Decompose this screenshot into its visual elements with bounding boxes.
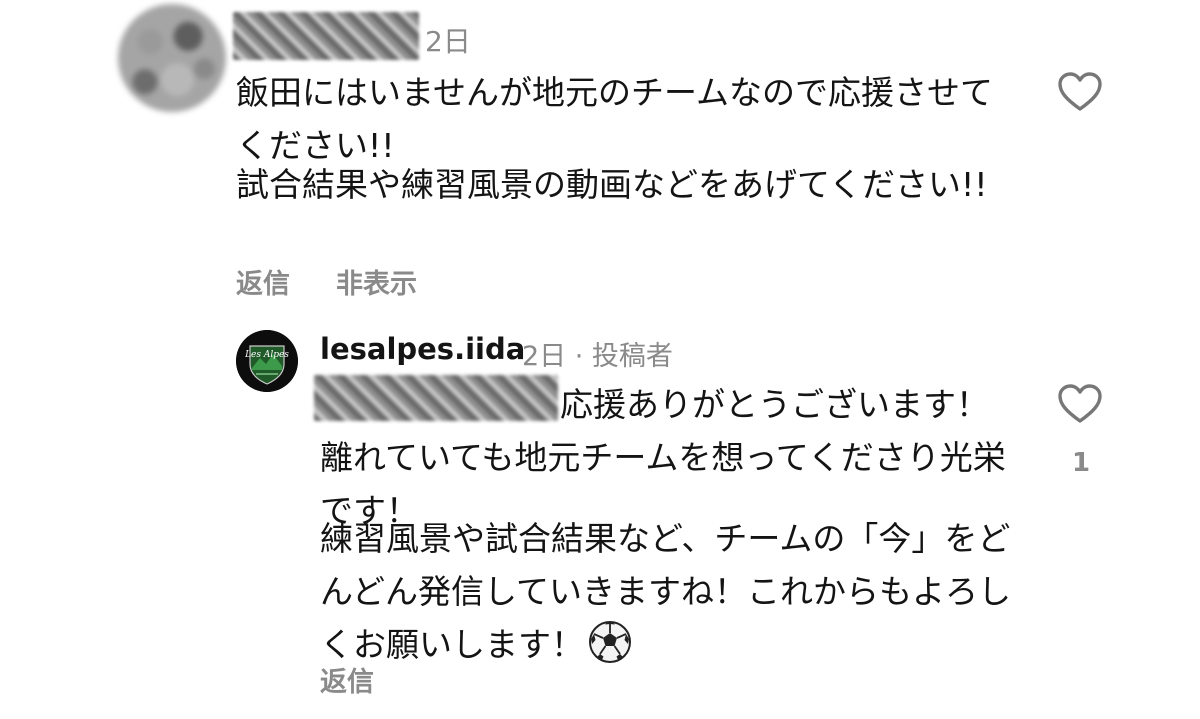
lesalpes-logo-avatar[interactable]: Les Alpes bbox=[236, 330, 298, 392]
reply-text-paragraph-2: 練習風景や試合結果など、チームの「今」をどんどん発信していきますね！これからもよ… bbox=[320, 512, 1020, 671]
logo-text: Les Alpes bbox=[244, 350, 289, 360]
reply-meta: 2日 · 投稿者 bbox=[522, 341, 673, 372]
reply-button[interactable]: 返信 bbox=[320, 660, 374, 699]
reply-comment: Les Alpes lesalpes.iida 2日 · 投稿者 応援ありがとう… bbox=[0, 0, 1200, 719]
like-heart-icon[interactable] bbox=[1058, 384, 1102, 424]
reply-username[interactable]: lesalpes.iida bbox=[320, 332, 525, 366]
like-count: 1 bbox=[1072, 448, 1091, 478]
reply-text-paragraph-2-text: 練習風景や試合結果など、チームの「今」をどんどん発信していきますね！これからもよ… bbox=[320, 519, 1012, 664]
soccer-ball-icon bbox=[588, 620, 632, 664]
